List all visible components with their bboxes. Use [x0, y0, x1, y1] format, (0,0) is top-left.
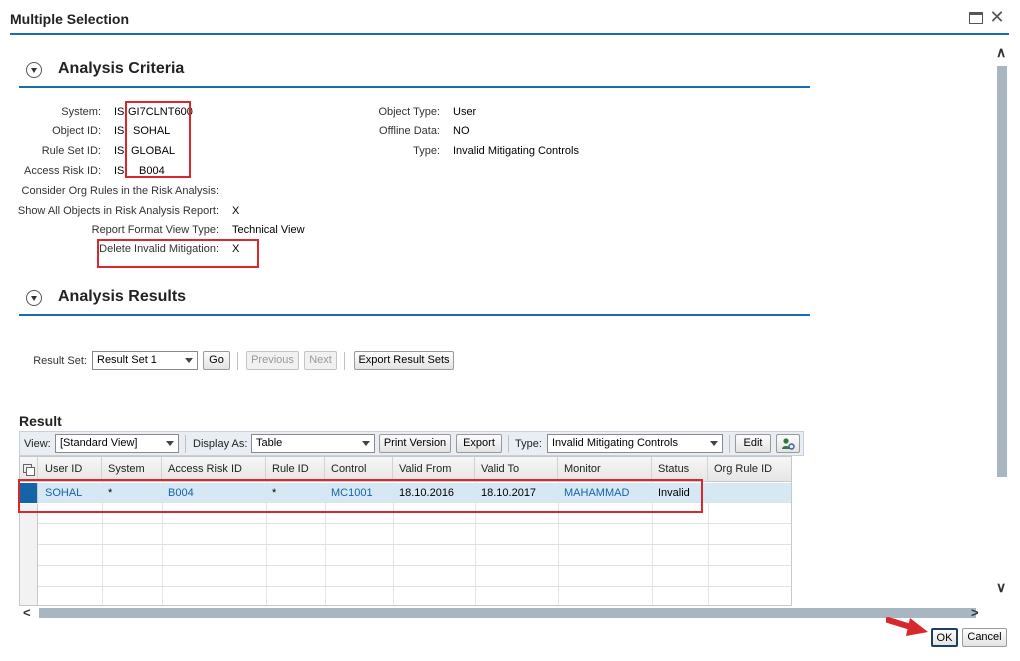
scroll-down-icon[interactable]: ∨	[996, 580, 1006, 594]
report-format-label: Report Format View Type:	[91, 224, 219, 236]
edit-button[interactable]: Edit	[735, 434, 771, 453]
offline-data-value: NO	[453, 125, 470, 137]
ok-button[interactable]: OK	[931, 628, 958, 647]
dialog-title: Multiple Selection	[10, 11, 130, 27]
collapse-icon[interactable]	[26, 62, 42, 78]
section-divider	[19, 86, 810, 88]
table-row	[20, 588, 791, 605]
scroll-left-icon[interactable]: <	[23, 606, 31, 620]
result-set-select[interactable]: Result Set 1	[92, 351, 198, 370]
object-type-value: User	[453, 106, 477, 118]
section-divider	[19, 314, 810, 316]
display-as-label: Display As:	[193, 438, 248, 450]
print-version-button[interactable]: Print Version	[379, 434, 451, 453]
collapse-icon[interactable]	[26, 290, 42, 306]
chevron-down-icon	[185, 358, 193, 363]
table-row	[20, 567, 791, 587]
highlight-result-row	[18, 479, 703, 513]
offline-data-label: Offline Data:	[379, 125, 440, 137]
access-risk-id-op: IS	[114, 165, 125, 177]
horizontal-scrollbar[interactable]: < >	[19, 606, 989, 620]
analysis-criteria-title: Analysis Criteria	[58, 60, 185, 77]
system-op: IS	[114, 106, 125, 118]
scroll-up-icon[interactable]: ∧	[996, 45, 1006, 59]
horizontal-scroll-thumb[interactable]	[39, 608, 976, 618]
table-row	[20, 546, 791, 566]
highlight-delete-invalid	[97, 239, 259, 268]
rule-set-id-op: IS	[114, 145, 125, 157]
report-format-value: Technical View	[232, 224, 305, 236]
cancel-button[interactable]: Cancel	[962, 628, 1007, 647]
org-rules-label: Consider Org Rules in the Risk Analysis:	[21, 185, 219, 197]
rule-set-id-label: Rule Set ID:	[41, 145, 101, 157]
result-set-value: Result Set 1	[97, 354, 157, 366]
vertical-scroll-thumb[interactable]	[997, 66, 1007, 477]
highlight-criteria-values	[125, 101, 191, 178]
object-type-label: Object Type:	[378, 106, 440, 118]
type-value: Invalid Mitigating Controls	[453, 145, 579, 157]
object-id-label: Object ID:	[52, 125, 101, 137]
show-all-value: X	[232, 205, 240, 217]
analysis-results-title: Analysis Results	[58, 288, 187, 305]
result-set-label: Result Set:	[33, 355, 87, 367]
toolbar-separator	[344, 352, 345, 370]
title-divider	[10, 33, 1009, 35]
next-button[interactable]: Next	[304, 351, 337, 370]
toolbar-separator	[237, 352, 238, 370]
toolbar-separator	[729, 435, 730, 453]
toolbar-separator	[185, 435, 186, 453]
settings-person-icon[interactable]	[776, 434, 800, 453]
view-select[interactable]: [Standard View]	[55, 434, 179, 453]
access-risk-id-label: Access Risk ID:	[23, 165, 101, 177]
scroll-right-icon[interactable]: >	[971, 606, 979, 620]
cell-org-rule-id	[708, 483, 714, 503]
close-icon[interactable]: ✕	[989, 8, 1005, 26]
column-header[interactable]: Org Rule ID	[708, 457, 791, 482]
row-selector-column	[20, 504, 38, 605]
display-as-select[interactable]: Table	[251, 434, 375, 453]
view-value: [Standard View]	[60, 437, 138, 449]
dialog-titlebar: Multiple Selection ✕	[0, 0, 1020, 35]
maximize-icon[interactable]	[969, 12, 983, 24]
previous-button[interactable]: Previous	[246, 351, 299, 370]
chevron-down-icon	[166, 441, 174, 446]
result-type-value: Invalid Mitigating Controls	[552, 437, 678, 449]
toolbar-separator	[508, 435, 509, 453]
system-label: System:	[61, 106, 101, 118]
export-button[interactable]: Export	[456, 434, 502, 453]
chevron-down-icon	[710, 441, 718, 446]
object-id-op: IS	[114, 125, 125, 137]
result-toolbar: View: [Standard View] Display As: Table …	[19, 431, 804, 456]
chevron-down-icon	[362, 441, 370, 446]
show-all-label: Show All Objects in Risk Analysis Report…	[17, 205, 219, 217]
type-label: Type:	[413, 145, 440, 157]
go-button[interactable]: Go	[203, 351, 230, 370]
export-result-sets-button[interactable]: Export Result Sets	[354, 351, 454, 370]
pointer-arrow-icon	[886, 617, 928, 636]
view-label: View:	[24, 438, 51, 450]
table-row	[20, 525, 791, 545]
result-type-label: Type:	[515, 438, 542, 450]
display-as-value: Table	[256, 437, 283, 449]
result-type-select[interactable]: Invalid Mitigating Controls	[547, 434, 723, 453]
result-title: Result	[19, 413, 62, 429]
